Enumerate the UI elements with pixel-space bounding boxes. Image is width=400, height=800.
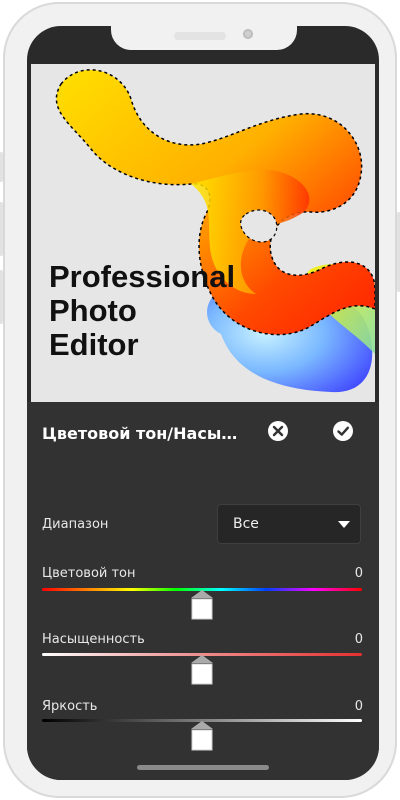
chevron-down-icon — [338, 521, 350, 528]
speaker-grille — [174, 32, 226, 40]
saturation-value: 0 — [354, 632, 363, 647]
home-indicator[interactable] — [137, 765, 269, 770]
range-dropdown[interactable]: Все — [217, 504, 361, 544]
saturation-label: Насыщенность — [42, 632, 145, 647]
saturation-thumb[interactable] — [191, 655, 213, 685]
promo-text: Professional Photo Editor — [49, 260, 235, 362]
screen: Professional Photo Editor Цветовой тон/Н… — [27, 26, 379, 780]
mute-switch — [0, 152, 3, 182]
slider-handle-icon — [191, 590, 213, 620]
slider-handle-icon — [191, 721, 213, 751]
brightness-label: Яркость — [42, 699, 98, 714]
promo-line-3: Editor — [49, 327, 139, 362]
brightness-thumb[interactable] — [191, 721, 213, 751]
front-camera — [243, 29, 253, 39]
range-dropdown-value: Все — [233, 516, 259, 532]
close-circle-icon — [268, 421, 288, 441]
apply-button[interactable] — [332, 420, 354, 442]
photo-canvas[interactable]: Professional Photo Editor — [31, 64, 375, 402]
range-label: Диапазон — [42, 517, 109, 532]
volume-down-button — [0, 270, 3, 324]
notch — [111, 26, 297, 50]
brightness-value: 0 — [354, 699, 363, 714]
cancel-button[interactable] — [267, 420, 289, 442]
promo-line-1: Professional — [49, 259, 236, 294]
hue-thumb[interactable] — [191, 590, 213, 620]
check-circle-icon — [333, 421, 353, 441]
panel-title: Цветовой тон/Насыщенность — [42, 424, 242, 443]
promo-line-2: Photo — [49, 293, 137, 328]
volume-up-button — [0, 202, 3, 256]
hue-label: Цветовой тон — [42, 566, 136, 581]
phone-frame: Professional Photo Editor Цветовой тон/Н… — [0, 2, 400, 798]
hue-value: 0 — [354, 566, 363, 581]
hue-saturation-panel: Цветовой тон/Насыщенность Диапазон Все — [27, 402, 379, 780]
slider-handle-icon — [191, 655, 213, 685]
